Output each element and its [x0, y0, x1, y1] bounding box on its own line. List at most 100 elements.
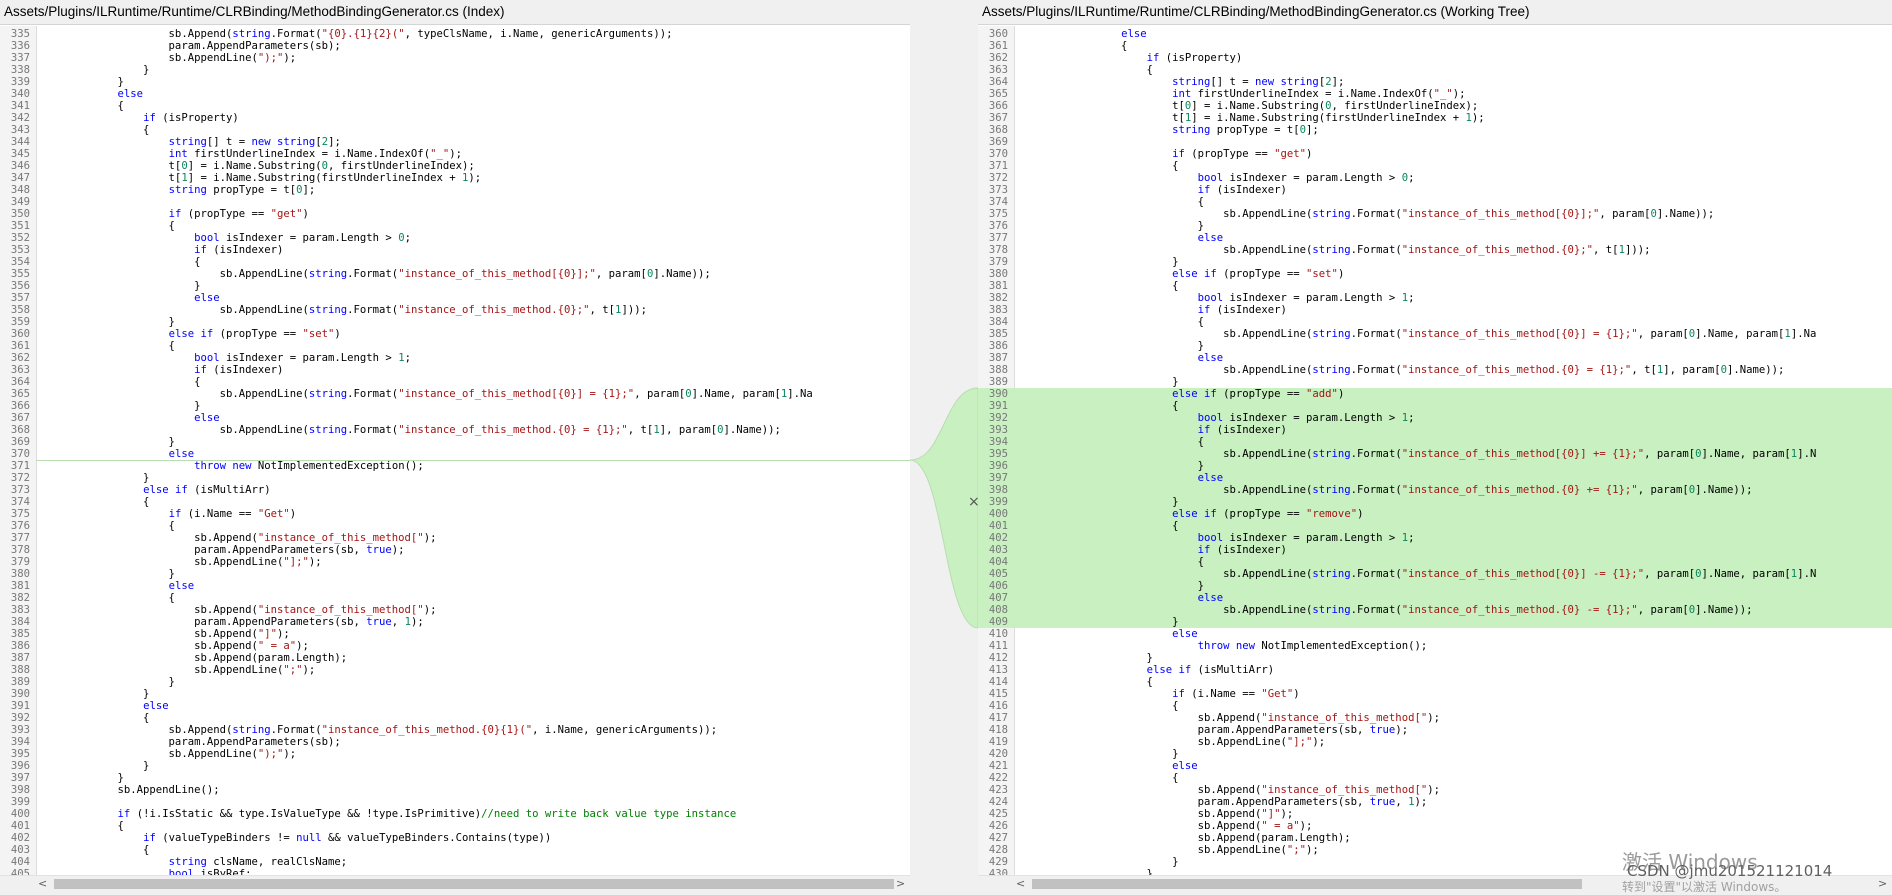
code-text: {	[1019, 436, 1204, 448]
right-code-line[interactable]: 388 sb.AppendLine(string.Format("instanc…	[978, 364, 1892, 376]
right-code-line[interactable]: 420 }	[978, 748, 1892, 760]
arrow-right-icon[interactable]: >	[1878, 877, 1887, 890]
right-code-line[interactable]: 366 t[0] = i.Name.Substring(0, firstUnde…	[978, 100, 1892, 112]
right-code-line[interactable]: 418 param.AppendParameters(sb, true);	[978, 724, 1892, 736]
right-code-line[interactable]: 409 }	[978, 616, 1892, 628]
line-number: 367	[988, 112, 1008, 124]
right-code-line[interactable]: 399 }	[978, 496, 1892, 508]
line-number: 425	[988, 808, 1008, 820]
right-code-line[interactable]: 384 {	[978, 316, 1892, 328]
right-code-line[interactable]: 427 sb.Append(param.Length);	[978, 832, 1892, 844]
right-code-line[interactable]: 387 else	[978, 352, 1892, 364]
line-number: 399	[988, 496, 1008, 508]
right-code-line[interactable]: 400 else if (propType == "remove")	[978, 508, 1892, 520]
right-code-line[interactable]: 405 sb.AppendLine(string.Format("instanc…	[978, 568, 1892, 580]
right-code-line[interactable]: 403 if (isIndexer)	[978, 544, 1892, 556]
line-number: 371	[988, 160, 1008, 172]
right-code-line[interactable]: 361 {	[978, 40, 1892, 52]
right-code-line[interactable]: 370 if (propType == "get")	[978, 148, 1892, 160]
code-text: else	[1197, 472, 1224, 484]
right-code-line[interactable]: 426 sb.Append(" = a");	[978, 820, 1892, 832]
right-code-line[interactable]: 386 }	[978, 340, 1892, 352]
right-code-line[interactable]: 394 {	[978, 436, 1892, 448]
right-code-line[interactable]: 422 {	[978, 772, 1892, 784]
line-number: 377	[988, 232, 1008, 244]
arrow-left-icon[interactable]: <	[1016, 877, 1025, 890]
right-code-line[interactable]: 408 sb.AppendLine(string.Format("instanc…	[978, 604, 1892, 616]
right-code-line[interactable]: 414 {	[978, 676, 1892, 688]
right-code-line[interactable]: 383 if (isIndexer)	[978, 304, 1892, 316]
right-code-line[interactable]: 417 sb.Append("instance_of_this_method["…	[978, 712, 1892, 724]
right-code-line[interactable]: 360 else	[978, 28, 1892, 40]
right-code-line[interactable]: 401 {	[978, 520, 1892, 532]
right-code-line[interactable]: 364 string[] t = new string[2];	[978, 76, 1892, 88]
right-code-line[interactable]: 392 bool isIndexer = param.Length > 1;	[978, 412, 1892, 424]
code-text: param.AppendParameters(sb, true, 1);	[1019, 796, 1428, 808]
right-code-line[interactable]: 421 else	[978, 760, 1892, 772]
right-file-title: Assets/Plugins/ILRuntime/Runtime/CLRBind…	[978, 0, 1892, 25]
right-code-line[interactable]: 425 sb.Append("]");	[978, 808, 1892, 820]
right-code-line[interactable]: 373 if (isIndexer)	[978, 184, 1892, 196]
right-code-line[interactable]: 419 sb.AppendLine("];");	[978, 736, 1892, 748]
right-code-line[interactable]: 382 bool isIndexer = param.Length > 1;	[978, 292, 1892, 304]
right-code-line[interactable]: 376 }	[978, 220, 1892, 232]
right-code-line[interactable]: 369	[978, 136, 1892, 148]
code-text: }	[1019, 856, 1179, 868]
right-code-line[interactable]: 381 {	[978, 280, 1892, 292]
right-code-line[interactable]: 406 }	[978, 580, 1892, 592]
right-code-line[interactable]: 372 bool isIndexer = param.Length > 0;	[978, 172, 1892, 184]
code-text: sb.Append("]");	[1019, 808, 1294, 820]
right-code-line[interactable]: 367 t[1] = i.Name.Substring(firstUnderli…	[978, 112, 1892, 124]
right-code-line[interactable]: 377 else	[978, 232, 1892, 244]
right-code-line[interactable]: 393 if (isIndexer)	[978, 424, 1892, 436]
right-code-line[interactable]: 375 sb.AppendLine(string.Format("instanc…	[978, 208, 1892, 220]
right-code-line[interactable]: 380 else if (propType == "set")	[978, 268, 1892, 280]
right-code-line[interactable]: 413 else if (isMultiArr)	[978, 664, 1892, 676]
right-code-line[interactable]: 412 }	[978, 652, 1892, 664]
line-number: 382	[988, 292, 1008, 304]
right-code-line[interactable]: 390 else if (propType == "add")	[978, 388, 1892, 400]
right-code-line[interactable]: 385 sb.AppendLine(string.Format("instanc…	[978, 328, 1892, 340]
right-code-line[interactable]: 404 {	[978, 556, 1892, 568]
right-code-line[interactable]: 411 throw new NotImplementedException();	[978, 640, 1892, 652]
code-text: bool isIndexer = param.Length > 1;	[1197, 292, 1415, 304]
right-code-line[interactable]: 397 else	[978, 472, 1892, 484]
right-code-line[interactable]: 424 param.AppendParameters(sb, true, 1);	[978, 796, 1892, 808]
right-code-line[interactable]: 423 sb.Append("instance_of_this_method["…	[978, 784, 1892, 796]
code-text: else	[1197, 232, 1224, 244]
right-code-line[interactable]: 362 if (isProperty)	[978, 52, 1892, 64]
code-text: {	[1019, 700, 1179, 712]
code-text: {	[1019, 520, 1179, 532]
right-code-area[interactable]: 360 else 361 {362 if (isProperty) 363 {364…	[978, 26, 1892, 876]
right-code-line[interactable]: 396 }	[978, 460, 1892, 472]
right-code-line[interactable]: 398 sb.AppendLine(string.Format("instanc…	[978, 484, 1892, 496]
code-text: sb.AppendLine(";");	[1019, 844, 1319, 856]
right-code-line[interactable]: 391 {	[978, 400, 1892, 412]
close-icon[interactable]: ×	[968, 494, 980, 510]
right-code-line[interactable]: 395 sb.AppendLine(string.Format("instanc…	[978, 448, 1892, 460]
right-code-line[interactable]: 407 else	[978, 592, 1892, 604]
right-code-line[interactable]: 363 {	[978, 64, 1892, 76]
right-code-line[interactable]: 365 int firstUnderlineIndex = i.Name.Ind…	[978, 88, 1892, 100]
right-code-line[interactable]: 368 string propType = t[0];	[978, 124, 1892, 136]
right-code-line[interactable]: 402 bool isIndexer = param.Length > 1;	[978, 532, 1892, 544]
code-text: {	[1019, 772, 1179, 784]
line-number: 390	[988, 388, 1008, 400]
code-text: sb.AppendLine(string.Format("instance_of…	[1019, 484, 1753, 496]
code-text: if (isIndexer)	[1197, 424, 1287, 436]
right-code-line[interactable]: 416 {	[978, 700, 1892, 712]
right-code-line[interactable]: 379 }	[978, 256, 1892, 268]
line-number: 380	[988, 268, 1008, 280]
line-number: 412	[988, 652, 1008, 664]
code-text: if (isIndexer)	[1197, 544, 1287, 556]
right-code-line[interactable]: 410 else	[978, 628, 1892, 640]
right-code-line[interactable]: 378 sb.AppendLine(string.Format("instanc…	[978, 244, 1892, 256]
right-code-line[interactable]: 389 }	[978, 376, 1892, 388]
code-text: else	[1172, 628, 1198, 640]
right-code-line[interactable]: 415 if (i.Name == "Get")	[978, 688, 1892, 700]
right-code-line[interactable]: 371 {	[978, 160, 1892, 172]
code-text: if (isProperty)	[1146, 52, 1243, 64]
right-scroll-thumb[interactable]	[1032, 879, 1582, 889]
right-code-line[interactable]: 374 {	[978, 196, 1892, 208]
code-text: }	[1019, 220, 1204, 232]
